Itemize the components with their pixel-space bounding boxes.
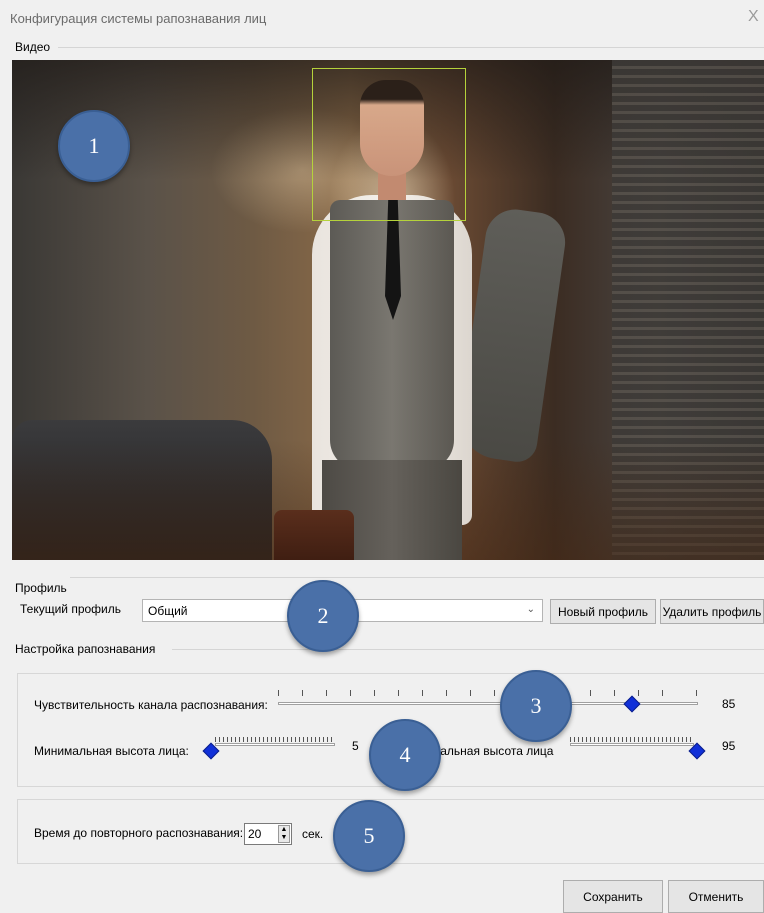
slider-tick [494,690,495,696]
close-icon[interactable]: X [748,8,759,26]
video-group-label: Видео [15,40,51,54]
slider-tick [422,690,423,696]
delete-profile-button[interactable]: Удалить профиль [660,599,764,624]
repeat-interval-unit: сек. [302,827,324,841]
recognition-group-label: Настройка рапознавания [15,642,156,656]
min-face-height-value: 5 [352,739,359,753]
max-face-height-value: 95 [722,739,736,753]
divider [172,649,764,650]
min-face-height-slider[interactable] [202,737,335,761]
save-button[interactable]: Сохранить [563,880,663,913]
slider-tick [590,690,591,696]
repeat-interval-stepper[interactable]: 20 ▲ ▼ [244,823,292,845]
divider [58,47,764,48]
slider-tick [374,690,375,696]
slider-tick [326,690,327,696]
divider [70,577,764,578]
chevron-down-icon: ⌄ [526,604,535,615]
marker-2: 2 [287,580,359,652]
slider-tick [398,690,399,696]
slider-tick [638,690,639,696]
slider-track [570,743,694,746]
video-person-briefcase [274,510,354,560]
face-detection-box [312,68,466,221]
marker-5: 5 [333,800,405,872]
spin-arrows-icon[interactable]: ▲ ▼ [278,825,290,843]
slider-tick [302,690,303,696]
slider-tick [446,690,447,696]
marker-1: 1 [58,110,130,182]
slider-tick [614,690,615,696]
slider-tick [662,690,663,696]
sensitivity-slider[interactable] [278,690,698,714]
sensitivity-value: 85 [722,697,736,711]
marker-4: 4 [369,719,441,791]
slider-thumb[interactable] [623,695,641,713]
slider-track [215,743,335,746]
video-person-jacket [454,205,570,465]
current-profile-label: Текущий профиль [20,602,122,616]
min-face-height-label: Минимальная высота лица: [34,744,189,758]
slider-tick [470,690,471,696]
max-face-height-label: мальная высота лица [432,744,554,758]
slider-tick [278,690,279,696]
profile-select-value: Общий [148,604,188,618]
repeat-interval-label: Время до повторного распознавания: [34,826,244,840]
slider-tick [696,690,697,696]
max-face-height-slider[interactable] [570,737,710,761]
new-profile-button[interactable]: Новый профиль [550,599,656,624]
slider-ticks [570,737,692,742]
marker-3: 3 [500,670,572,742]
cancel-button[interactable]: Отменить [668,880,764,913]
slider-ticks [215,737,335,742]
sensitivity-label: Чувствительность канала распознавания: [34,698,268,712]
window-title: Конфигурация системы рапознавания лиц [10,11,267,26]
profile-group-label: Профиль [15,581,67,595]
repeat-interval-value: 20 [248,827,262,841]
slider-tick [350,690,351,696]
